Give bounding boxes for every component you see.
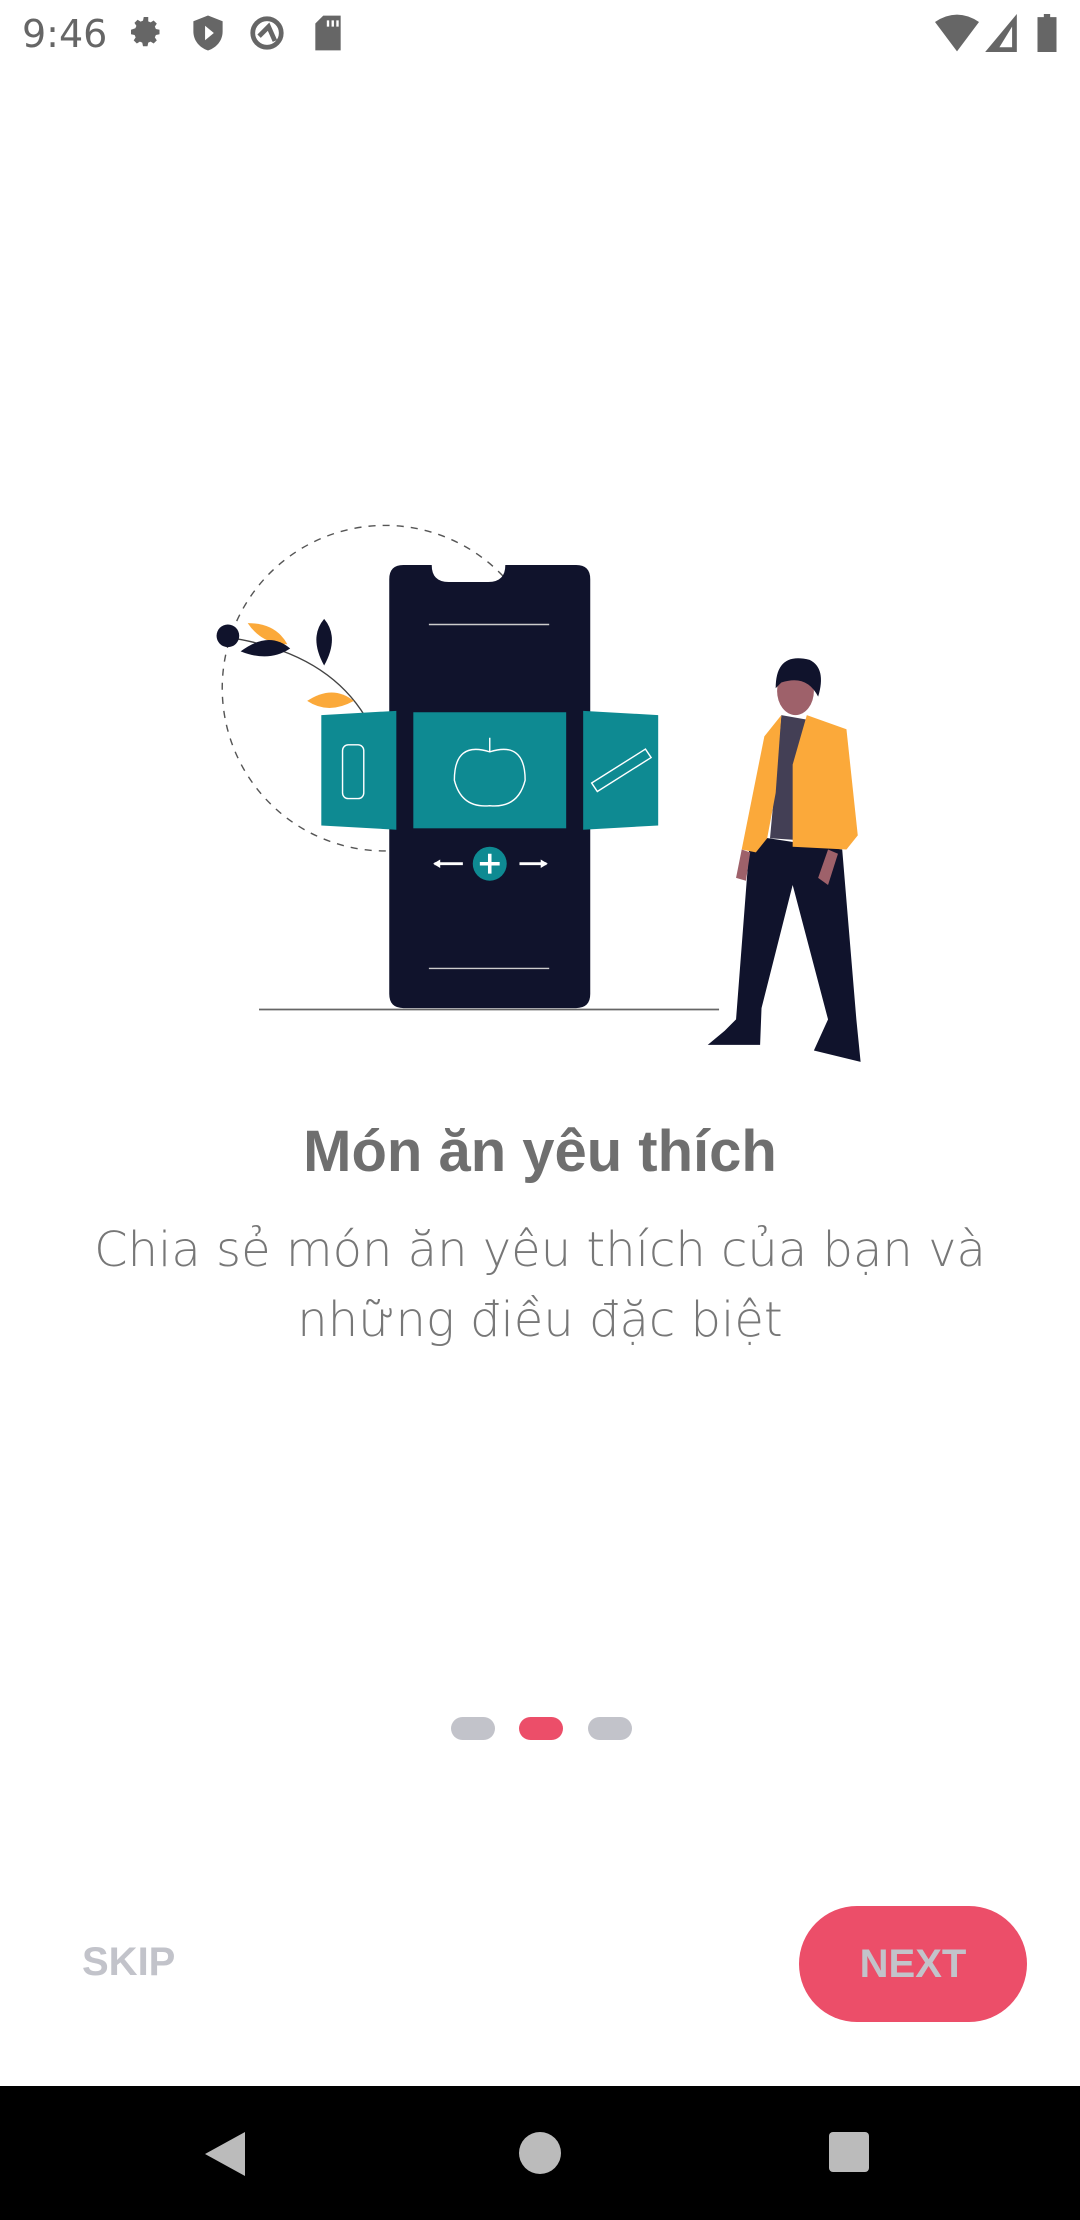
- gear-icon: [131, 17, 160, 47]
- food-cards: [321, 710, 659, 830]
- shield-play-icon: [193, 15, 223, 51]
- page-dot-1[interactable]: [451, 1717, 495, 1740]
- onboarding-title: Món ăn yêu thích: [303, 1119, 777, 1184]
- onboarding-illustration: [216, 524, 861, 1062]
- back-icon[interactable]: [205, 2132, 245, 2176]
- onboarding-subtitle: Chia sẻ món ăn yêu thích của bạn và nhữn…: [94, 1222, 986, 1348]
- no-sync-icon: [250, 16, 284, 50]
- carousel-control: [433, 846, 548, 881]
- wifi-icon: [935, 14, 979, 52]
- sd-card-icon: [315, 15, 341, 51]
- dashed-circle: [221, 524, 549, 852]
- clock: 9:46: [22, 12, 108, 56]
- status-bar: 9:46: [0, 0, 1080, 66]
- recents-icon[interactable]: [829, 2132, 869, 2172]
- plant: [216, 618, 366, 717]
- skip-button[interactable]: SKIP: [82, 1940, 175, 1985]
- battery-icon: [1037, 14, 1057, 52]
- page-dot-2-active[interactable]: [519, 1717, 563, 1740]
- system-nav-bar: [0, 2086, 1080, 2220]
- person: [707, 658, 861, 1062]
- page-dot-3[interactable]: [588, 1717, 632, 1740]
- phone: [389, 565, 591, 1009]
- home-icon[interactable]: [519, 2132, 561, 2174]
- next-button[interactable]: NEXT: [799, 1906, 1027, 2022]
- signal-icon: [985, 14, 1017, 52]
